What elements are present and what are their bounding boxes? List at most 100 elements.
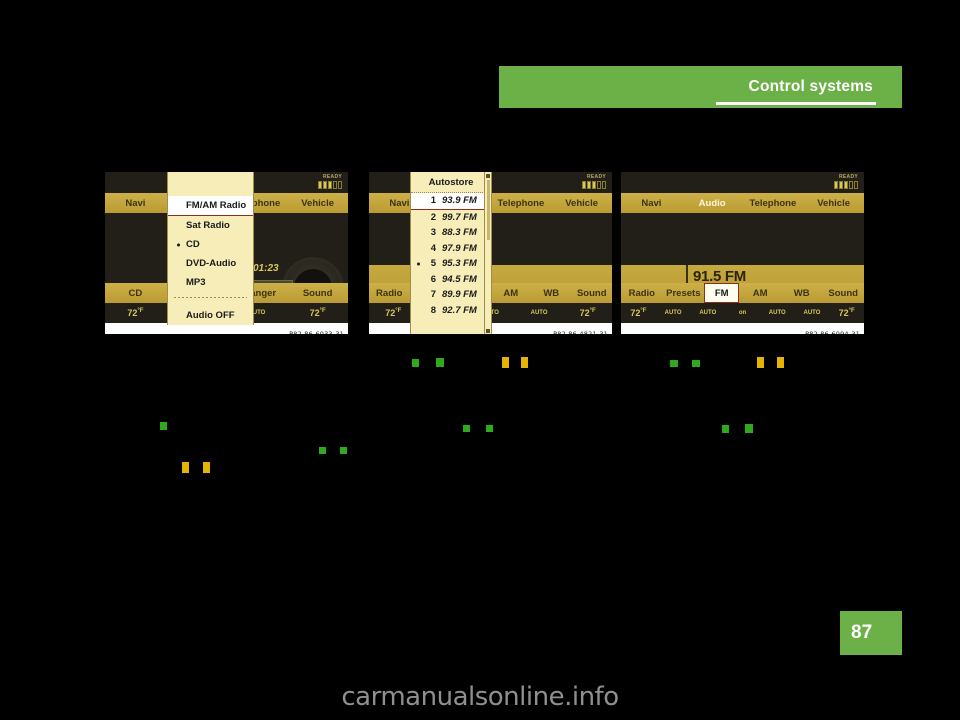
audio-source-menu[interactable]: FM/AM Radio Sat Radio CD DVD-Audio MP3 A…	[167, 172, 254, 325]
text-artifact-yellow	[757, 357, 764, 368]
status-bar: READY	[621, 172, 864, 193]
preset-number: 4	[430, 242, 436, 254]
climate-temp-right: 72°F	[579, 308, 596, 318]
text-artifact-green	[436, 358, 444, 367]
text-artifact-yellow	[203, 462, 210, 473]
audio-source-sat-radio[interactable]: Sat Radio	[168, 216, 253, 235]
climate-temp-right: 72°F	[838, 308, 855, 318]
preset-row[interactable]: 5 95.3 FM	[411, 256, 491, 272]
menu-item-telephone[interactable]: Telephone	[491, 198, 552, 209]
watermark: carmanualsonline.info	[341, 682, 619, 712]
main-menu-bar: Navi Audio Telephone Vehicle	[621, 193, 864, 213]
menu-item-vehicle[interactable]: Vehicle	[551, 198, 612, 209]
menu-divider	[174, 297, 247, 298]
function-am[interactable]: AM	[491, 288, 532, 299]
cd-track-time: 01:23	[253, 263, 279, 274]
menu-item-navi[interactable]: Navi	[105, 198, 166, 209]
text-artifact-green	[412, 359, 419, 367]
function-sound[interactable]: Sound	[822, 288, 864, 299]
signal-bars-icon	[318, 181, 342, 189]
preset-number: 3	[430, 227, 436, 238]
preset-row[interactable]: 7 89.9 FM	[411, 287, 491, 303]
function-cd[interactable]: CD	[105, 288, 166, 299]
menu-item-vehicle[interactable]: Vehicle	[803, 198, 864, 209]
preset-frequency: 94.5 FM	[442, 273, 477, 285]
preset-row[interactable]: 1 93.9 FM	[411, 193, 491, 210]
scrollbar[interactable]	[484, 172, 491, 334]
climate-temp-left: 72°F	[127, 308, 144, 318]
signal-bars-icon	[582, 181, 606, 189]
audio-source-dvd-audio[interactable]: DVD-Audio	[168, 254, 253, 273]
climate-auto-right: AUTO	[530, 310, 548, 316]
preset-number: 7	[430, 289, 436, 300]
climate-on-status: on	[738, 310, 747, 316]
audio-source-mp3[interactable]: MP3	[168, 273, 253, 292]
preset-row[interactable]: 2 99.7 FM	[411, 210, 491, 226]
signal-indicator: READY	[318, 174, 342, 189]
preset-row[interactable]: 6 94.5 FM	[411, 272, 491, 288]
text-artifact-green	[745, 424, 753, 433]
preset-frequency: 88.3 FM	[442, 227, 477, 238]
selected-bullet-icon	[417, 262, 420, 266]
signal-bars-icon	[834, 181, 858, 189]
preset-number: 1	[430, 195, 436, 206]
menu-item-navi[interactable]: Navi	[621, 198, 682, 209]
function-am[interactable]: AM	[739, 288, 781, 299]
preset-frequency: 93.9 FM	[442, 195, 477, 206]
audio-source-cd[interactable]: CD	[168, 235, 253, 254]
preset-row[interactable]: 3 88.3 FM	[411, 225, 491, 241]
audio-source-fm-am-radio[interactable]: FM/AM Radio	[168, 196, 253, 216]
ready-label: READY	[322, 174, 342, 180]
function-sound[interactable]: Sound	[572, 288, 613, 299]
page-title: Control systems	[748, 78, 873, 95]
autostore-preset-list[interactable]: Autostore 1 93.9 FM 2 99.7 FM 3 88.3 FM …	[410, 172, 492, 334]
function-radio[interactable]: Radio	[621, 288, 663, 299]
scrollbar-thumb[interactable]	[486, 180, 490, 240]
preset-number: 2	[430, 211, 436, 223]
page-number: 87	[851, 622, 873, 643]
function-wb[interactable]: WB	[531, 288, 572, 299]
scroll-down-arrow-icon[interactable]	[486, 329, 490, 333]
text-artifact-yellow	[182, 462, 189, 473]
preset-row[interactable]: 8 92.7 FM	[411, 303, 491, 319]
text-artifact-green	[160, 422, 167, 430]
function-wb[interactable]: WB	[781, 288, 823, 299]
autostore-title: Autostore	[411, 172, 491, 193]
page-number-box: 87	[840, 611, 902, 655]
preset-row[interactable]: 4 97.9 FM	[411, 241, 491, 257]
climate-auto-1: AUTO	[664, 310, 682, 316]
figure-caption-text: P82.86-6033-31	[289, 330, 344, 335]
text-artifact-yellow	[502, 357, 509, 368]
preset-number: 8	[430, 304, 436, 316]
climate-temp-right: 72°F	[309, 308, 326, 318]
audio-off-item[interactable]: Audio OFF	[168, 310, 253, 321]
selected-bullet-icon	[177, 243, 180, 246]
scroll-up-arrow-icon[interactable]	[486, 174, 490, 178]
preset-number: 6	[430, 273, 436, 285]
header-underline	[716, 102, 876, 105]
comand-screenshot-1: READY Navi Audio Telephone Vehicle gs 01…	[104, 171, 349, 335]
text-artifact-green	[340, 447, 347, 454]
climate-auto-2: AUTO	[699, 310, 717, 316]
text-artifact-green	[722, 425, 729, 433]
climate-temp-left: 72°F	[630, 308, 647, 318]
climate-status-bar: 72°F AUTO AUTO on AUTO AUTO 72°F	[621, 303, 864, 323]
preset-frequency: 97.9 FM	[442, 242, 477, 254]
function-sound[interactable]: Sound	[287, 288, 348, 299]
comand-screenshot-3: READY Navi Audio Telephone Vehicle 91.5 …	[620, 171, 865, 335]
menu-item-vehicle[interactable]: Vehicle	[287, 198, 348, 209]
function-presets[interactable]: Presets	[663, 288, 705, 299]
text-artifact-green	[463, 425, 470, 432]
function-fm[interactable]: FM	[704, 283, 740, 303]
preset-frequency: 95.3 FM	[442, 258, 477, 269]
figure-caption: P82.86-6094-31	[621, 323, 864, 334]
comand-screenshot-2: READY Navi Audio Telephone Vehicle 85 90…	[368, 171, 613, 335]
function-radio[interactable]: Radio	[369, 288, 410, 299]
text-artifact-green	[692, 360, 700, 367]
text-artifact-yellow	[777, 357, 784, 368]
preset-frequency: 99.7 FM	[442, 211, 477, 223]
ready-label: READY	[586, 174, 606, 180]
menu-item-audio[interactable]: Audio	[682, 198, 743, 209]
menu-item-telephone[interactable]: Telephone	[743, 198, 804, 209]
function-bar: Radio Presets FM AM WB Sound	[621, 283, 864, 303]
